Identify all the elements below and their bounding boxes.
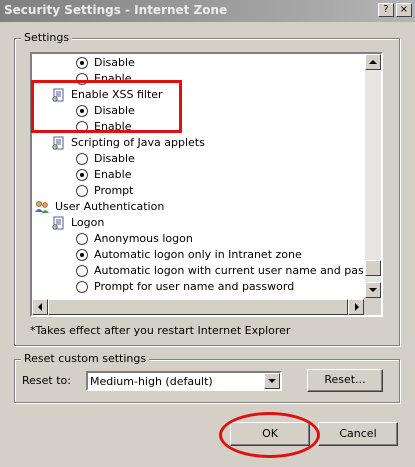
setting-option[interactable]: Anonymous logon xyxy=(76,231,193,247)
setting-option-label[interactable]: Automatic logon with current user name a… xyxy=(94,263,364,279)
setting-option-label[interactable]: Enable xyxy=(94,167,131,183)
setting-category-label: Logon xyxy=(71,216,105,229)
ok-button-highlight xyxy=(219,412,320,458)
dropdown-button[interactable] xyxy=(264,373,280,389)
setting-category: Logon xyxy=(52,215,104,231)
radio-selected-icon[interactable] xyxy=(76,249,88,261)
reset-button[interactable]: Reset... xyxy=(307,369,383,392)
radio-selected-icon[interactable] xyxy=(76,169,88,181)
settings-page-icon xyxy=(52,136,66,150)
setting-category-label: Scripting of Java applets xyxy=(71,136,205,149)
scroll-left-button[interactable] xyxy=(32,299,48,315)
setting-option-label[interactable]: Automatic logon only in Intranet zone xyxy=(94,247,302,263)
users-icon xyxy=(34,200,50,214)
window-title: Security Settings - Internet Zone xyxy=(4,3,228,17)
setting-category: User Authentication xyxy=(34,199,164,215)
radio-selected-icon[interactable] xyxy=(76,57,88,69)
reset-level-value: Medium-high (default) xyxy=(90,375,213,388)
close-button[interactable]: × xyxy=(396,3,412,17)
vertical-scrollbar[interactable] xyxy=(365,54,381,298)
setting-option-label[interactable]: Prompt for user name and password xyxy=(94,279,294,295)
setting-option[interactable]: Automatic logon only in Intranet zone xyxy=(76,247,302,263)
reset-button-label: Reset... xyxy=(324,373,366,386)
setting-category: Scripting of Java applets xyxy=(52,135,205,151)
arrow-down-icon xyxy=(369,288,377,292)
scroll-right-button[interactable] xyxy=(348,299,364,315)
radio-unselected-icon[interactable] xyxy=(76,281,88,293)
setting-option[interactable]: Enable xyxy=(76,167,131,183)
radio-unselected-icon[interactable] xyxy=(76,185,88,197)
help-button[interactable]: ? xyxy=(378,3,394,17)
scrollbar-corner xyxy=(364,298,381,315)
setting-option[interactable]: Automatic logon with current user name a… xyxy=(76,263,364,279)
cancel-button[interactable]: Cancel xyxy=(318,422,398,446)
setting-option-label[interactable]: Prompt xyxy=(94,183,133,199)
scroll-up-button[interactable] xyxy=(365,54,381,70)
reset-level-select[interactable]: Medium-high (default) xyxy=(86,371,282,391)
vertical-scroll-thumb[interactable] xyxy=(365,260,381,276)
radio-unselected-icon[interactable] xyxy=(76,265,88,277)
setting-option[interactable]: Disable xyxy=(76,55,135,71)
xss-filter-highlight xyxy=(31,80,182,133)
arrow-left-icon xyxy=(38,303,42,311)
chevron-down-icon xyxy=(268,379,276,383)
title-bar: Security Settings - Internet Zone ? × xyxy=(0,0,415,22)
setting-option[interactable]: Prompt for user name and password xyxy=(76,279,294,295)
scroll-down-button[interactable] xyxy=(365,282,381,298)
setting-category-label: User Authentication xyxy=(55,200,165,213)
restart-note: *Takes effect after you restart Internet… xyxy=(30,324,291,337)
settings-page-icon xyxy=(52,216,66,230)
horizontal-scroll-thumb[interactable] xyxy=(48,299,348,315)
arrow-right-icon xyxy=(355,303,359,311)
reset-group-label: Reset custom settings xyxy=(21,352,150,365)
setting-option[interactable]: Prompt xyxy=(76,183,133,199)
cancel-button-label: Cancel xyxy=(339,427,377,440)
settings-group-label: Settings xyxy=(21,31,73,44)
setting-option-label[interactable]: Anonymous logon xyxy=(94,231,193,247)
setting-option-label[interactable]: Disable xyxy=(94,55,135,71)
setting-option-label[interactable]: Disable xyxy=(94,151,135,167)
radio-unselected-icon[interactable] xyxy=(76,153,88,165)
setting-option[interactable]: Disable xyxy=(76,151,135,167)
horizontal-scrollbar[interactable] xyxy=(32,299,364,315)
arrow-up-icon xyxy=(369,60,377,64)
radio-unselected-icon[interactable] xyxy=(76,233,88,245)
reset-to-label: Reset to: xyxy=(22,374,71,387)
